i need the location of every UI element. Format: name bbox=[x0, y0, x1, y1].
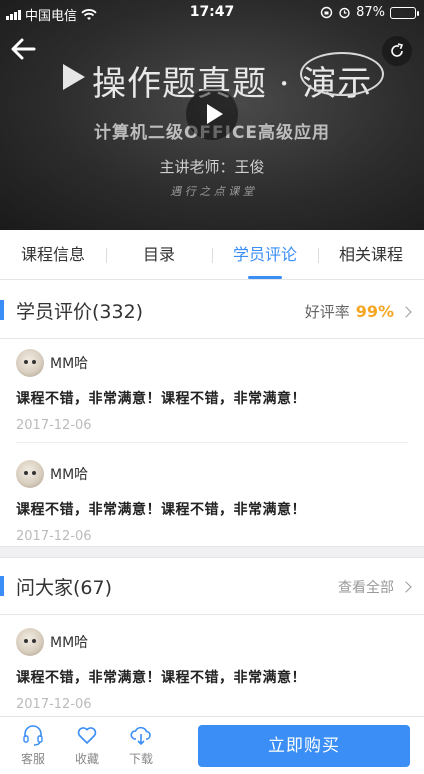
alarm-icon bbox=[339, 7, 350, 19]
video-signature: 遇 行 之 点 课 堂 bbox=[170, 185, 254, 198]
battery-percent: 87% bbox=[356, 5, 385, 20]
review-user: MM哈 bbox=[50, 356, 89, 372]
tab-related[interactable]: 相关课程 bbox=[318, 230, 424, 279]
back-arrow-icon[interactable] bbox=[8, 34, 38, 64]
avatar bbox=[16, 349, 44, 377]
service-label: 客服 bbox=[20, 752, 45, 766]
buy-now-button[interactable]: 立即购买 bbox=[198, 725, 410, 767]
heart-icon bbox=[77, 727, 97, 744]
share-icon[interactable] bbox=[382, 36, 412, 66]
battery-icon bbox=[390, 6, 419, 19]
tab-reviews[interactable]: 学员评论 bbox=[212, 230, 318, 279]
service-button[interactable]: 客服 bbox=[13, 723, 53, 767]
qa-header[interactable]: 问大家(67) 查看全部 bbox=[0, 559, 424, 615]
download-label: 下载 bbox=[128, 752, 153, 766]
section-gap bbox=[0, 546, 424, 558]
rotation-lock-icon bbox=[320, 6, 333, 19]
review-text: 课程不错，非常满意！课程不错，非常满意！ bbox=[16, 391, 306, 407]
bottom-bar: 客服 收藏 下载 立即购买 bbox=[0, 716, 424, 774]
qa-user: MM哈 bbox=[50, 635, 89, 651]
video-player[interactable]: 操作题真题 · 演示 计算机二级OFFICE高级应用 主讲老师：王俊 遇 行 之… bbox=[0, 0, 424, 230]
tab-divider bbox=[212, 248, 213, 263]
qa-title: 问大家(67) bbox=[16, 577, 113, 599]
review-date: 2017-12-06 bbox=[16, 529, 92, 544]
status-bar: 中国电信 17:47 87% bbox=[0, 0, 424, 26]
review-date: 2017-12-06 bbox=[16, 418, 92, 433]
rate-value: 99% bbox=[355, 302, 394, 321]
section-marker bbox=[0, 576, 4, 596]
tab-divider bbox=[106, 248, 107, 263]
favorite-label: 收藏 bbox=[74, 752, 99, 766]
favorite-button[interactable]: 收藏 bbox=[67, 723, 107, 767]
review-user: MM哈 bbox=[50, 467, 89, 483]
rate-label: 好评率 bbox=[304, 303, 350, 321]
qa-text: 课程不错，非常满意！课程不错，非常满意！ bbox=[16, 670, 306, 686]
tab-course-info[interactable]: 课程信息 bbox=[0, 230, 106, 279]
reviews-header[interactable]: 学员评价(332) 好评率 99% bbox=[0, 283, 424, 339]
tab-catalog[interactable]: 目录 bbox=[106, 230, 212, 279]
chevron-right-icon bbox=[400, 581, 412, 593]
review-text: 课程不错，非常满意！课程不错，非常满意！ bbox=[16, 502, 306, 518]
view-all-link[interactable]: 查看全部 bbox=[338, 577, 394, 597]
review-item: MM哈 课程不错，非常满意！课程不错，非常满意！ 2017-12-06 bbox=[16, 348, 408, 433]
section-marker bbox=[0, 300, 4, 320]
avatar bbox=[16, 628, 44, 656]
tab-divider bbox=[318, 248, 319, 263]
headset-icon bbox=[23, 725, 43, 746]
title-circle-highlight bbox=[300, 52, 384, 96]
divider bbox=[16, 442, 408, 443]
video-teacher: 主讲老师：王俊 bbox=[159, 158, 265, 176]
reviews-title: 学员评价(332) bbox=[16, 301, 144, 323]
qa-date: 2017-12-06 bbox=[16, 697, 92, 712]
tab-bar: 课程信息 目录 学员评论 相关课程 bbox=[0, 230, 424, 280]
chevron-right-icon bbox=[400, 305, 412, 318]
qa-item: MM哈 课程不错，非常满意！课程不错，非常满意！ 2017-12-06 bbox=[16, 627, 408, 712]
title-play-mark bbox=[63, 64, 85, 90]
cloud-download-icon bbox=[130, 726, 151, 746]
play-icon[interactable] bbox=[186, 88, 238, 140]
download-button[interactable]: 下载 bbox=[121, 723, 161, 767]
avatar bbox=[16, 460, 44, 488]
review-item: MM哈 课程不错，非常满意！课程不错，非常满意！ 2017-12-06 bbox=[16, 459, 408, 544]
